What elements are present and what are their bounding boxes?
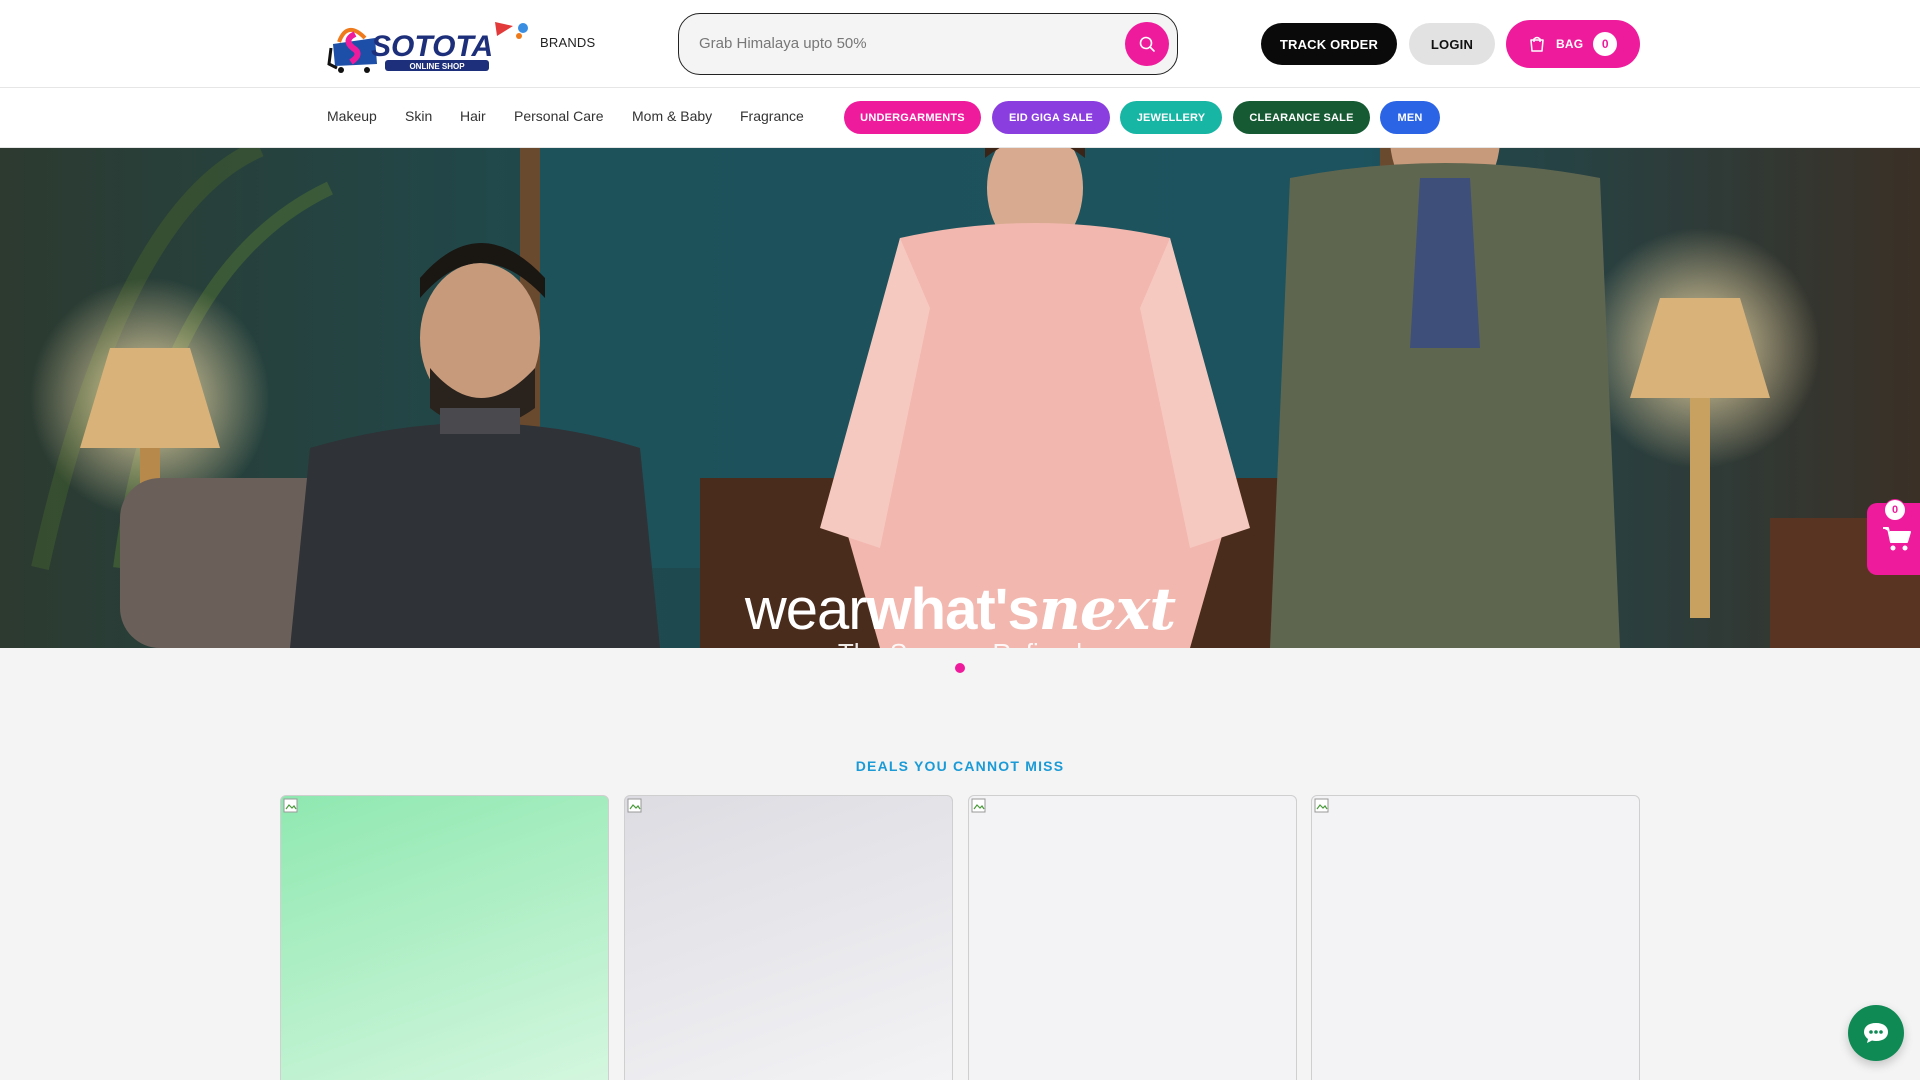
carousel-dot-active[interactable] (955, 663, 965, 673)
bag-count-badge: 0 (1593, 32, 1618, 56)
bag-button[interactable]: BAG 0 (1506, 20, 1640, 68)
svg-text:ONLINE SHOP: ONLINE SHOP (409, 62, 465, 71)
deal-card-3[interactable] (968, 795, 1297, 1080)
search-icon (1139, 36, 1155, 52)
tagline-whats: what's (866, 577, 1040, 642)
search-input[interactable] (699, 14, 1099, 73)
track-order-button[interactable]: TRACK ORDER (1261, 23, 1397, 65)
login-button[interactable]: LOGIN (1409, 23, 1495, 65)
broken-image-icon (1314, 798, 1329, 813)
nav-personal-care[interactable]: Personal Care (514, 108, 604, 124)
site-logo[interactable]: SOTOTA ONLINE SHOP (327, 14, 531, 74)
deal-card-1[interactable] (280, 795, 609, 1080)
deal-card-2[interactable] (624, 795, 953, 1080)
deal-card-4[interactable] (1311, 795, 1640, 1080)
broken-image-icon (627, 798, 642, 813)
pill-undergarments[interactable]: UNDERGARMENTS (844, 101, 981, 134)
hero-banner[interactable]: wearwhat'snext The Season, Refined (0, 148, 1920, 648)
tagline-next: next (1038, 575, 1176, 643)
search-button[interactable] (1125, 22, 1169, 66)
broken-image-icon (971, 798, 986, 813)
floating-cart-count: 0 (1885, 500, 1905, 520)
chat-button[interactable] (1848, 1005, 1904, 1061)
svg-text:SOTOTA: SOTOTA (371, 30, 493, 63)
shopping-bag-icon (1530, 36, 1544, 52)
pill-eid-giga-sale[interactable]: EID GIGA SALE (992, 101, 1110, 134)
hero-image (0, 148, 1920, 648)
brands-link[interactable]: BRANDS (540, 35, 595, 50)
nav-hair[interactable]: Hair (460, 108, 486, 124)
category-nav: Makeup Skin Hair Personal Care Mom & Bab… (0, 88, 1920, 148)
search-bar (678, 13, 1178, 75)
broken-image-icon (283, 798, 298, 813)
tagline-wear: wear (744, 577, 868, 642)
cart-icon (1883, 527, 1911, 551)
logo-graphic: SOTOTA ONLINE SHOP (327, 22, 528, 73)
pill-clearance-sale[interactable]: CLEARANCE SALE (1233, 101, 1370, 134)
hero-tagline: wearwhat'snext (0, 580, 1920, 639)
pill-men[interactable]: MEN (1380, 101, 1440, 134)
hero-subtitle: The Season, Refined (0, 638, 1920, 648)
site-header: SOTOTA ONLINE SHOP BRANDS TRACK ORDER LO… (0, 0, 1920, 88)
chat-bubble-icon (1864, 1023, 1888, 1043)
pill-jewellery[interactable]: JEWELLERY (1120, 101, 1222, 134)
nav-fragrance[interactable]: Fragrance (740, 108, 804, 124)
bag-label: BAG (1556, 37, 1584, 51)
nav-makeup[interactable]: Makeup (327, 108, 377, 124)
deals-section-title: DEALS YOU CANNOT MISS (855, 758, 1065, 774)
nav-skin[interactable]: Skin (405, 108, 432, 124)
nav-mom-baby[interactable]: Mom & Baby (632, 108, 712, 124)
